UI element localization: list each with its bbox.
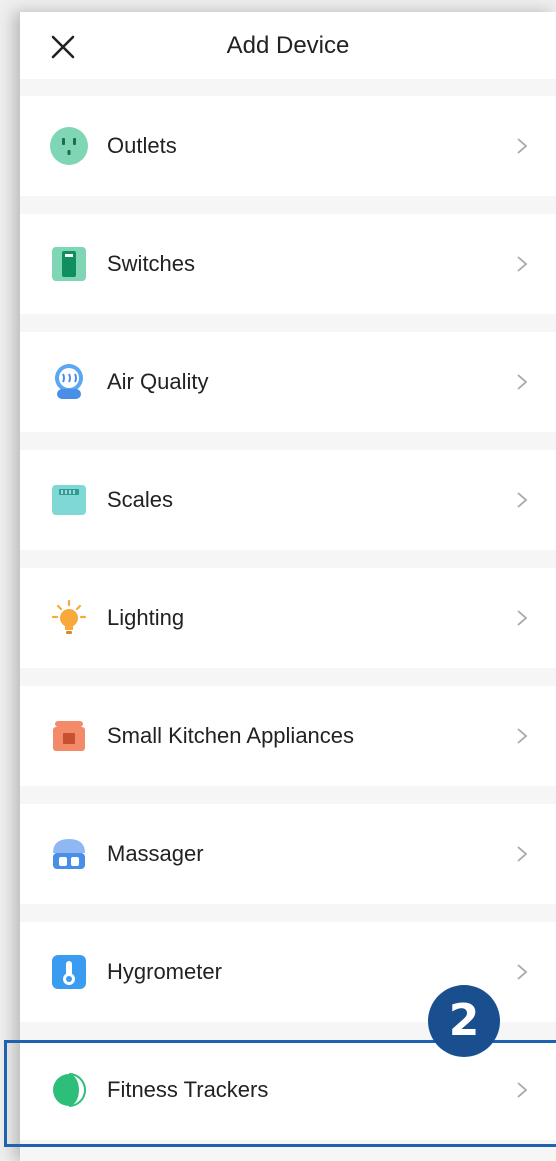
page-title: Add Device bbox=[226, 32, 350, 59]
chevron-right-icon bbox=[517, 846, 528, 862]
category-label: Outlets bbox=[107, 133, 177, 158]
chevron-right-icon bbox=[517, 728, 528, 744]
category-item-lighting[interactable]: Lighting bbox=[20, 568, 556, 668]
category-label: Hygrometer bbox=[107, 959, 222, 984]
bulb-icon bbox=[51, 599, 87, 634]
category-item-air-quality[interactable]: Air Quality bbox=[20, 332, 556, 432]
fitness-tracker-icon bbox=[53, 1073, 86, 1107]
header: Add Device bbox=[20, 12, 556, 79]
category-label: Lighting bbox=[107, 605, 185, 630]
chevron-right-icon bbox=[517, 256, 528, 272]
category-item-massager[interactable]: Massager bbox=[20, 804, 556, 904]
chevron-right-icon bbox=[517, 374, 528, 390]
massager-icon bbox=[53, 839, 85, 869]
outlet-icon bbox=[50, 127, 88, 165]
category-item-scales[interactable]: Scales bbox=[20, 450, 556, 550]
switch-icon bbox=[52, 247, 86, 281]
hygrometer-icon bbox=[52, 955, 86, 989]
scale-icon bbox=[52, 485, 86, 515]
category-label: Scales bbox=[107, 487, 174, 512]
category-label: Massager bbox=[107, 841, 204, 866]
chevron-right-icon bbox=[517, 610, 528, 626]
category-item-small-kitchen-appliances[interactable]: Small Kitchen Appliances bbox=[20, 686, 556, 786]
category-item-outlets[interactable]: Outlets bbox=[20, 96, 556, 196]
category-label: Switches bbox=[107, 251, 196, 276]
step-badge: 2 bbox=[428, 985, 500, 1057]
pressure-cooker-icon bbox=[53, 721, 85, 751]
category-item-switches[interactable]: Switches bbox=[20, 214, 556, 314]
chevron-right-icon bbox=[517, 1082, 528, 1098]
chevron-right-icon bbox=[517, 492, 528, 508]
category-label: Small Kitchen Appliances bbox=[107, 723, 355, 748]
chevron-right-icon bbox=[517, 138, 528, 154]
chevron-right-icon bbox=[517, 964, 528, 980]
category-label: Air Quality bbox=[107, 369, 209, 394]
air-purifier-icon bbox=[55, 364, 83, 399]
category-label: Fitness Trackers bbox=[107, 1077, 269, 1102]
